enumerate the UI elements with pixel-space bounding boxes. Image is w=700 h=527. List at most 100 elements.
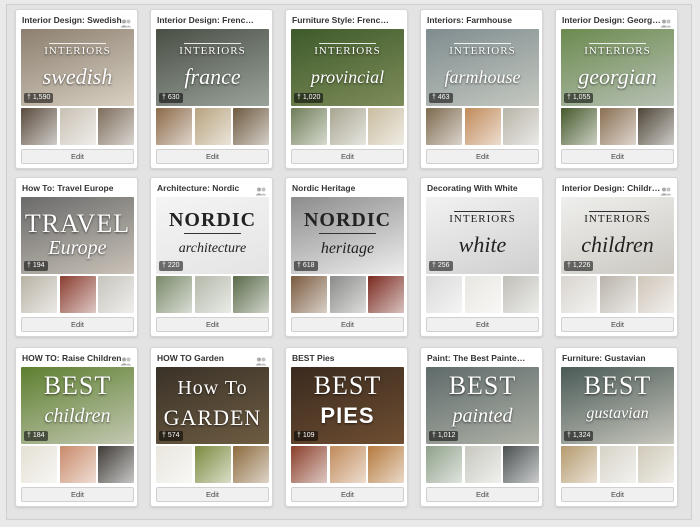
pin-thumbnail[interactable] (426, 108, 462, 145)
board-card[interactable]: Interior Design: Childrens R... INTERIORS… (555, 177, 678, 337)
board-cover-image[interactable]: BEST children † 184 (21, 367, 134, 444)
board-title[interactable]: Furniture: Gustavian (562, 352, 662, 364)
board-card[interactable]: Nordic Heritage NORDIC heritage † 618 Edit (285, 177, 408, 337)
board-cover-image[interactable]: How To GARDEN † 574 (156, 367, 269, 444)
pin-thumbnail[interactable] (194, 446, 231, 483)
pin-thumbnail[interactable] (464, 276, 501, 313)
board-card[interactable]: Furniture: Gustavian BEST gustavian † 1,324… (555, 347, 678, 507)
pin-thumbnail[interactable] (291, 446, 327, 483)
board-title[interactable]: BEST Pies (292, 352, 392, 364)
board-cover-image[interactable]: INTERIORS children † 1,226 (561, 197, 674, 274)
pin-thumbnail[interactable] (329, 108, 366, 145)
pin-thumbnail[interactable] (503, 108, 539, 145)
pin-thumbnail[interactable] (599, 276, 636, 313)
pin-thumbnail[interactable] (329, 276, 366, 313)
board-cover-image[interactable]: INTERIORS farmhouse † 463 (426, 29, 539, 106)
pin-thumbnail[interactable] (464, 446, 501, 483)
pin-thumbnail[interactable] (368, 108, 404, 145)
board-title[interactable]: Interiors: Farmhouse (427, 14, 527, 26)
board-cover-image[interactable]: INTERIORS georgian † 1,055 (561, 29, 674, 106)
board-cover-image[interactable]: BEST PIES † 109 (291, 367, 404, 444)
board-title[interactable]: HOW TO Garden (157, 352, 257, 364)
pin-thumbnail[interactable] (156, 108, 192, 145)
board-card[interactable]: Interior Design: Swedish INTERIORS swedish… (15, 9, 138, 169)
pin-thumbnail[interactable] (291, 108, 327, 145)
board-title[interactable]: Paint: The Best Painted Furn... (427, 352, 527, 364)
board-card[interactable]: Interior Design: Georgian & ... INTERIORS… (555, 9, 678, 169)
edit-board-button[interactable]: Edit (21, 149, 134, 164)
pin-thumbnail[interactable] (59, 446, 96, 483)
edit-board-button[interactable]: Edit (426, 487, 539, 502)
board-cover-image[interactable]: NORDIC heritage † 618 (291, 197, 404, 274)
board-cover-image[interactable]: BEST painted † 1,012 (426, 367, 539, 444)
pin-thumbnail[interactable] (638, 446, 674, 483)
board-card[interactable]: Furniture Style: French Provinc... INTERI… (285, 9, 408, 169)
pin-thumbnail[interactable] (561, 108, 597, 145)
edit-board-button[interactable]: Edit (21, 317, 134, 332)
pin-thumbnail[interactable] (233, 276, 269, 313)
pin-thumbnail[interactable] (291, 276, 327, 313)
edit-board-button[interactable]: Edit (561, 149, 674, 164)
board-title[interactable]: HOW TO: Raise Children (22, 352, 122, 364)
pin-thumbnail[interactable] (368, 446, 404, 483)
pin-thumbnail[interactable] (156, 276, 192, 313)
board-cover-image[interactable]: INTERIORS white † 256 (426, 197, 539, 274)
pin-thumbnail[interactable] (599, 446, 636, 483)
edit-board-button[interactable]: Edit (21, 487, 134, 502)
board-card[interactable]: HOW TO: Raise Children BEST children † 184 E… (15, 347, 138, 507)
board-card[interactable]: Interiors: Farmhouse INTERIORS farmhouse † … (420, 9, 543, 169)
pin-thumbnail[interactable] (21, 276, 57, 313)
pin-thumbnail[interactable] (464, 108, 501, 145)
board-title[interactable]: Interior Design: Childrens R... (562, 182, 662, 194)
edit-board-button[interactable]: Edit (291, 149, 404, 164)
edit-board-button[interactable]: Edit (561, 487, 674, 502)
edit-board-button[interactable]: Edit (156, 149, 269, 164)
board-title[interactable]: Interior Design: French Style (157, 14, 257, 26)
edit-board-button[interactable]: Edit (426, 149, 539, 164)
board-cover-image[interactable]: INTERIORS provincial † 1,020 (291, 29, 404, 106)
pin-thumbnail[interactable] (638, 276, 674, 313)
board-title[interactable]: Interior Design: Swedish (22, 14, 122, 26)
board-card[interactable]: Architecture: Nordic NORDIC architecture † … (150, 177, 273, 337)
pin-thumbnail[interactable] (329, 446, 366, 483)
pin-thumbnail[interactable] (426, 446, 462, 483)
pin-thumbnail[interactable] (561, 446, 597, 483)
board-cover-image[interactable]: INTERIORS france † 630 (156, 29, 269, 106)
board-card[interactable]: Paint: The Best Painted Furn... BEST paint… (420, 347, 543, 507)
pin-thumbnail[interactable] (98, 446, 134, 483)
pin-thumbnail[interactable] (21, 108, 57, 145)
board-cover-image[interactable]: TRAVEL Europe † 194 (21, 197, 134, 274)
pin-thumbnail[interactable] (426, 276, 462, 313)
board-cover-image[interactable]: INTERIORS swedish † 1,590 (21, 29, 134, 106)
board-title[interactable]: Nordic Heritage (292, 182, 392, 194)
pin-thumbnail[interactable] (368, 276, 404, 313)
pin-thumbnail[interactable] (98, 108, 134, 145)
edit-board-button[interactable]: Edit (156, 487, 269, 502)
pin-thumbnail[interactable] (156, 446, 192, 483)
edit-board-button[interactable]: Edit (561, 317, 674, 332)
edit-board-button[interactable]: Edit (426, 317, 539, 332)
pin-thumbnail[interactable] (59, 108, 96, 145)
pin-thumbnail[interactable] (561, 276, 597, 313)
edit-board-button[interactable]: Edit (291, 487, 404, 502)
board-title[interactable]: Decorating With White (427, 182, 527, 194)
board-cover-image[interactable]: BEST gustavian † 1,324 (561, 367, 674, 444)
board-card[interactable]: Interior Design: French Style INTERIORS fr… (150, 9, 273, 169)
board-card[interactable]: HOW TO Garden How To GARDEN † 574 Edit (150, 347, 273, 507)
pin-thumbnail[interactable] (194, 276, 231, 313)
edit-board-button[interactable]: Edit (291, 317, 404, 332)
board-title[interactable]: How To: Travel Europe (22, 182, 122, 194)
pin-thumbnail[interactable] (233, 108, 269, 145)
board-card[interactable]: How To: Travel Europe TRAVEL Europe † 194 Ed… (15, 177, 138, 337)
edit-board-button[interactable]: Edit (156, 317, 269, 332)
board-title[interactable]: Interior Design: Georgian & ... (562, 14, 662, 26)
pin-thumbnail[interactable] (59, 276, 96, 313)
board-title[interactable]: Architecture: Nordic (157, 182, 257, 194)
pin-thumbnail[interactable] (194, 108, 231, 145)
board-card[interactable]: Decorating With White INTERIORS white † 256… (420, 177, 543, 337)
board-card[interactable]: BEST Pies BEST PIES † 109 Edit (285, 347, 408, 507)
pin-thumbnail[interactable] (638, 108, 674, 145)
pin-thumbnail[interactable] (21, 446, 57, 483)
board-cover-image[interactable]: NORDIC architecture † 220 (156, 197, 269, 274)
pin-thumbnail[interactable] (233, 446, 269, 483)
